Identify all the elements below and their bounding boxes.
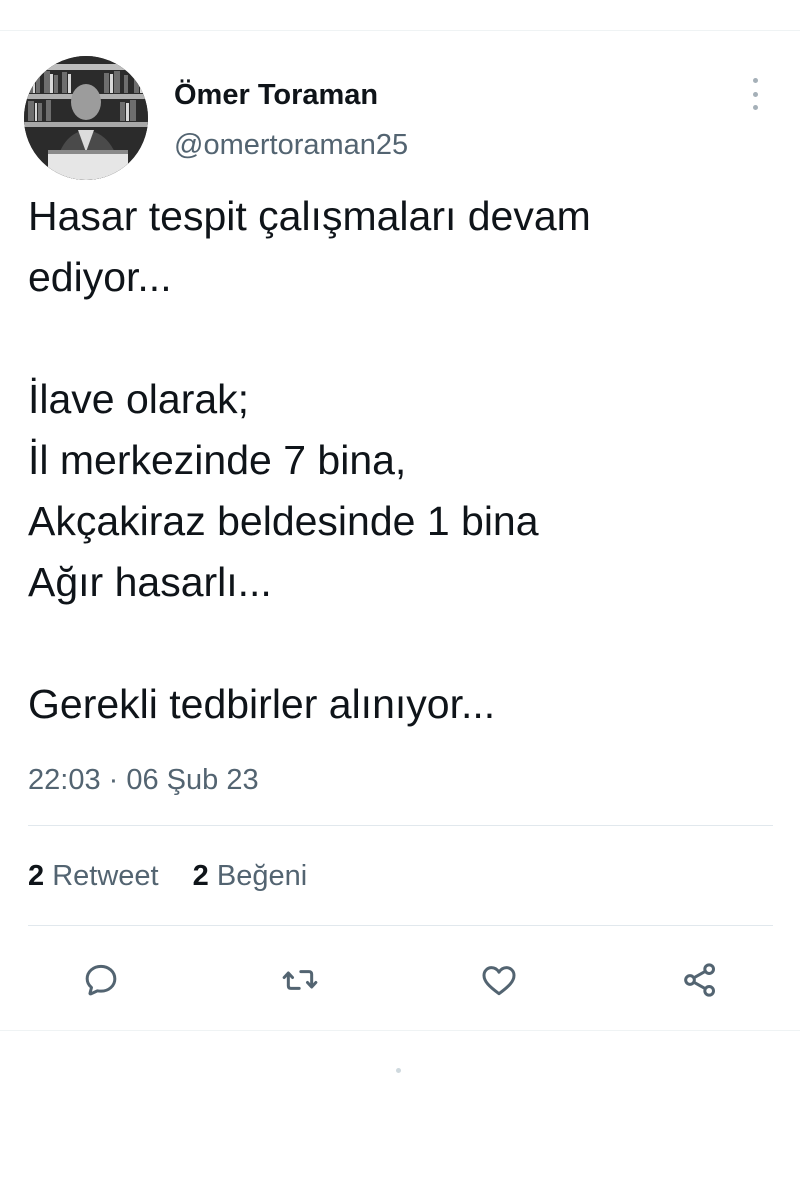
share-button[interactable] xyxy=(672,952,728,1008)
tweet-line: ediyor... xyxy=(28,254,172,300)
loading-indicator xyxy=(396,1068,401,1073)
retweet-count: 2 xyxy=(28,860,45,892)
like-count: 2 xyxy=(192,860,209,892)
like-button[interactable] xyxy=(471,952,527,1008)
more-dot xyxy=(752,78,758,83)
retweet-button[interactable] xyxy=(272,952,328,1008)
like-stat-label: Beğeni xyxy=(216,860,308,892)
avatar[interactable] xyxy=(24,56,148,180)
tweet-line: İl merkezinde 7 bina, xyxy=(28,437,407,483)
heart-icon xyxy=(482,966,516,996)
divider xyxy=(28,925,773,926)
retweet-stat-label: Retweet xyxy=(52,860,159,892)
like-stat[interactable]: 2 Beğeni xyxy=(193,856,308,896)
reply-icon xyxy=(85,964,117,996)
tweet-line: Ağır hasarlı... xyxy=(28,559,272,605)
tweet-line: Akçakiraz beldesinde 1 bina xyxy=(28,498,539,544)
reply-button[interactable] xyxy=(73,952,129,1008)
tweet-stats: 2 Retweet 2 Beğeni xyxy=(28,856,333,896)
tweet-timestamp[interactable]: 22:03 · 06 Şub 23 xyxy=(28,760,259,800)
share-icon xyxy=(684,963,715,997)
tweet-line: Hasar tespit çalışmaları devam xyxy=(28,193,591,239)
more-dot xyxy=(752,105,758,110)
author-handle[interactable]: @omertoraman25 xyxy=(174,127,408,163)
avatar-photo xyxy=(24,56,148,180)
top-divider xyxy=(0,30,800,31)
tweet-line-blank xyxy=(28,613,773,674)
more-dot xyxy=(752,91,758,97)
tweet-line: İlave olarak; xyxy=(28,376,250,422)
more-vertical-icon[interactable] xyxy=(740,74,770,114)
author-block[interactable]: Ömer Toraman @omertoraman25 xyxy=(174,77,408,163)
retweet-stat[interactable]: 2 Retweet xyxy=(28,856,159,896)
author-display-name[interactable]: Ömer Toraman xyxy=(174,77,408,113)
divider xyxy=(0,1030,800,1031)
divider xyxy=(28,825,773,826)
tweet-detail-page: Ömer Toraman @omertoraman25 Hasar tespit… xyxy=(0,0,800,1190)
tweet-text: Hasar tespit çalışmaları devam ediyor...… xyxy=(28,186,773,735)
retweet-icon xyxy=(282,970,318,990)
tweet-line: Gerekli tedbirler alınıyor... xyxy=(28,681,496,727)
action-bar xyxy=(0,952,800,1008)
tweet-line-blank xyxy=(28,308,773,369)
